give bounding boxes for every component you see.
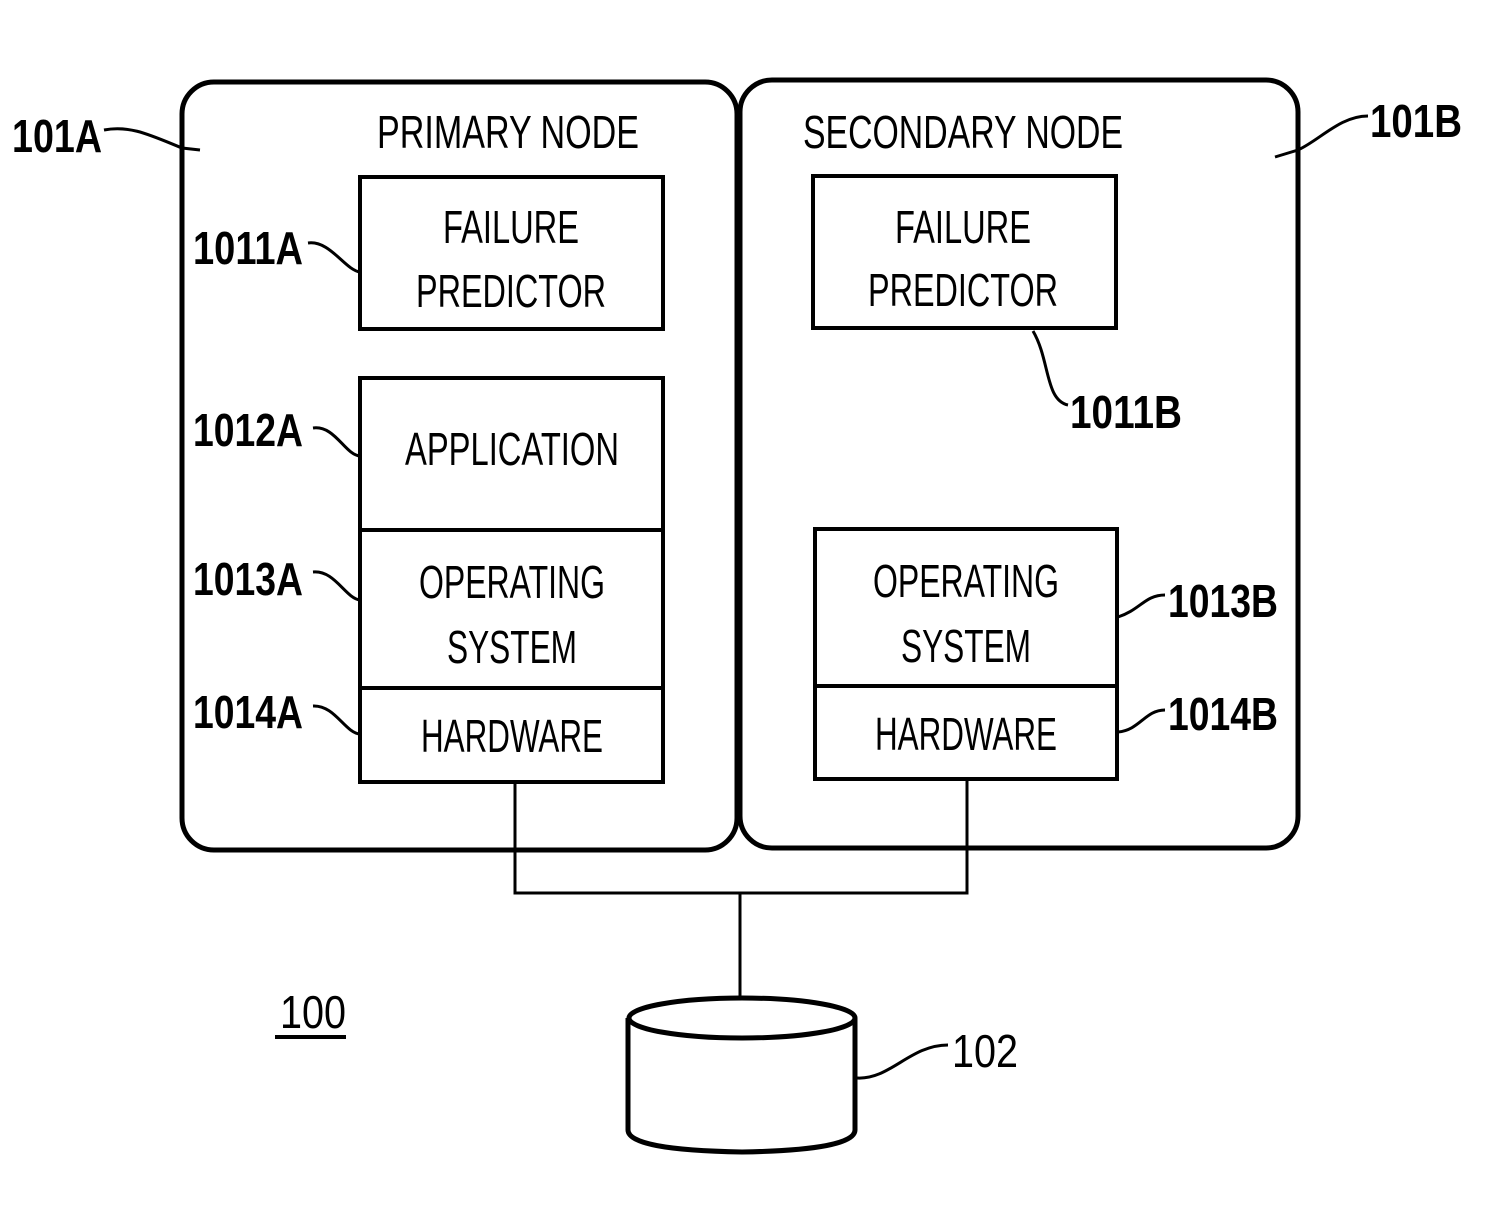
secondary-os-line2: SYSTEM: [901, 620, 1031, 672]
storage-cylinder-icon: [625, 995, 858, 1155]
primary-failure-predictor-line2: PREDICTOR: [416, 265, 606, 317]
ref-1013A: 1013A: [193, 553, 303, 605]
secondary-failure-predictor-line1: FAILURE: [895, 201, 1031, 253]
ref-1011B: 1011B: [1070, 386, 1182, 438]
ref-1014B: 1014B: [1168, 688, 1278, 740]
secondary-node-title: SECONDARY NODE: [803, 106, 1123, 158]
ref-1014A: 1014A: [193, 686, 303, 738]
ref-101B: 101B: [1370, 95, 1462, 147]
primary-os-line2: SYSTEM: [447, 621, 577, 673]
figure-number: 100: [280, 986, 346, 1038]
ref-102: 102: [952, 1025, 1018, 1077]
primary-failure-predictor-line1: FAILURE: [443, 201, 579, 253]
system-diagram: PRIMARY NODE SECONDARY NODE FAILURE PRED…: [12, 77, 1462, 1155]
ref-1013B: 1013B: [1168, 575, 1278, 627]
secondary-failure-predictor-line2: PREDICTOR: [868, 264, 1058, 316]
secondary-os-line1: OPERATING: [873, 555, 1059, 607]
primary-os-line1: OPERATING: [419, 556, 605, 608]
secondary-hardware-label: HARDWARE: [875, 708, 1057, 760]
ref-1011A: 1011A: [193, 222, 303, 274]
primary-hardware-label: HARDWARE: [421, 710, 603, 762]
ref-1012A: 1012A: [193, 404, 303, 456]
primary-node-title: PRIMARY NODE: [377, 106, 639, 158]
ref-101A: 101A: [12, 110, 102, 162]
primary-application-label: APPLICATION: [405, 423, 619, 475]
